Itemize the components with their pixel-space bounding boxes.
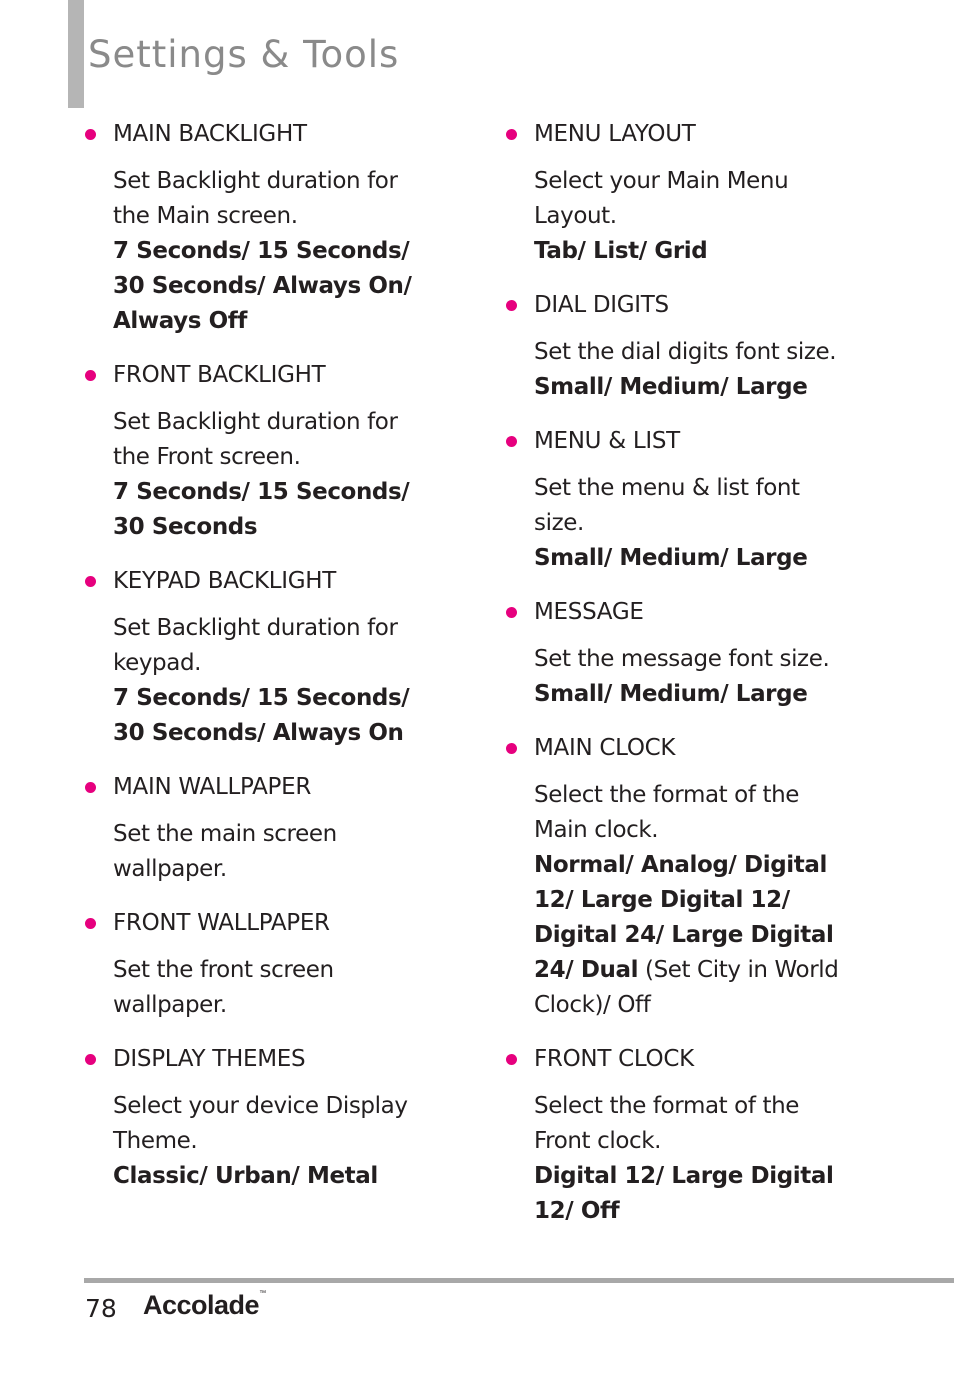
section-menu-list: MENU & LIST Set the menu & list font siz… <box>505 423 855 576</box>
bullet-icon <box>506 128 517 140</box>
section-description: Select the format of the Front clock. <box>534 1093 799 1154</box>
section-description: Set the dial digits font size. <box>534 339 837 365</box>
section-options: Classic/ Urban/ Metal <box>113 1163 378 1189</box>
section-heading: MESSAGE <box>534 599 644 625</box>
section-heading: MAIN WALLPAPER <box>113 774 312 800</box>
section-description: Set Backlight duration for keypad. <box>113 615 398 676</box>
section-options: 7 Seconds/ 15 Seconds/ 30 Seconds/ Alway… <box>113 238 412 334</box>
section-keypad-backlight: KEYPAD BACKLIGHT Set Backlight duration … <box>84 563 434 751</box>
bullet-icon <box>506 606 517 618</box>
section-options: Small/ Medium/ Large <box>534 681 808 707</box>
brand-logo: Accolade™ <box>143 1290 266 1321</box>
section-description: Set the message font size. <box>534 646 830 672</box>
section-heading: DIAL DIGITS <box>534 292 669 318</box>
page-number: 78 <box>85 1294 117 1323</box>
section-description: Set Backlight duration for the Main scre… <box>113 168 398 229</box>
section-heading: MAIN CLOCK <box>534 735 676 761</box>
bullet-icon <box>506 742 517 754</box>
section-menu-layout: MENU LAYOUT Select your Main Menu Layout… <box>505 116 855 269</box>
header-side-bar <box>68 0 84 108</box>
section-options: 7 Seconds/ 15 Seconds/ 30 Seconds/ Alway… <box>113 685 410 746</box>
section-options: 7 Seconds/ 15 Seconds/ 30 Seconds <box>113 479 410 540</box>
brand-name: Accolade <box>143 1290 260 1320</box>
section-description: Set Backlight duration for the Front scr… <box>113 409 398 470</box>
bullet-icon <box>85 369 96 381</box>
section-dial-digits: DIAL DIGITS Set the dial digits font siz… <box>505 287 855 405</box>
section-front-clock: FRONT CLOCK Select the format of the Fro… <box>505 1041 855 1229</box>
bullet-icon <box>506 299 517 311</box>
section-description: Select the format of the Main clock. <box>534 782 799 843</box>
bullet-icon <box>85 781 96 793</box>
section-heading: FRONT WALLPAPER <box>113 910 330 936</box>
section-front-wallpaper: FRONT WALLPAPER Set the front screen wal… <box>84 905 434 1023</box>
section-heading: MENU & LIST <box>534 428 680 454</box>
section-description: Set the front screen wallpaper. <box>113 957 334 1018</box>
left-column: MAIN BACKLIGHT Set Backlight duration fo… <box>84 116 434 1194</box>
section-message: MESSAGE Set the message font size. Small/… <box>505 594 855 712</box>
section-options: Normal/ Analog/ Digital 12/ Large Digita… <box>534 848 855 1023</box>
section-options: Digital 12/ Large Digital 12/ Off <box>534 1163 834 1224</box>
bullet-icon <box>85 575 96 587</box>
section-heading: KEYPAD BACKLIGHT <box>113 568 337 594</box>
section-heading: DISPLAY THEMES <box>113 1046 306 1072</box>
page-title: Settings & Tools <box>88 33 400 76</box>
section-main-wallpaper: MAIN WALLPAPER Set the main screen wallp… <box>84 769 434 887</box>
section-display-themes: DISPLAY THEMES Select your device Displa… <box>84 1041 434 1194</box>
section-heading: MAIN BACKLIGHT <box>113 121 307 147</box>
trademark-symbol: ™ <box>259 1290 266 1297</box>
section-options: Small/ Medium/ Large <box>534 545 808 571</box>
footer-divider <box>84 1278 954 1283</box>
bullet-icon <box>85 128 96 140</box>
section-description: Set the menu & list font size. <box>534 475 800 536</box>
bullet-icon <box>85 917 96 929</box>
section-options: Small/ Medium/ Large <box>534 374 808 400</box>
bullet-icon <box>506 1053 517 1065</box>
bullet-icon <box>506 435 517 447</box>
right-column: MENU LAYOUT Select your Main Menu Layout… <box>505 116 855 1229</box>
section-heading: FRONT BACKLIGHT <box>113 362 326 388</box>
section-heading: MENU LAYOUT <box>534 121 696 147</box>
section-description: Select your Main Menu Layout. <box>534 168 789 229</box>
section-heading: FRONT CLOCK <box>534 1046 694 1072</box>
section-description: Set the main screen wallpaper. <box>113 821 337 882</box>
section-main-backlight: MAIN BACKLIGHT Set Backlight duration fo… <box>84 116 434 339</box>
section-options: Tab/ List/ Grid <box>534 238 708 264</box>
section-main-clock: MAIN CLOCK Select the format of the Main… <box>505 730 855 1023</box>
section-front-backlight: FRONT BACKLIGHT Set Backlight duration f… <box>84 357 434 545</box>
section-description: Select your device Display Theme. <box>113 1093 408 1154</box>
bullet-icon <box>85 1053 96 1065</box>
